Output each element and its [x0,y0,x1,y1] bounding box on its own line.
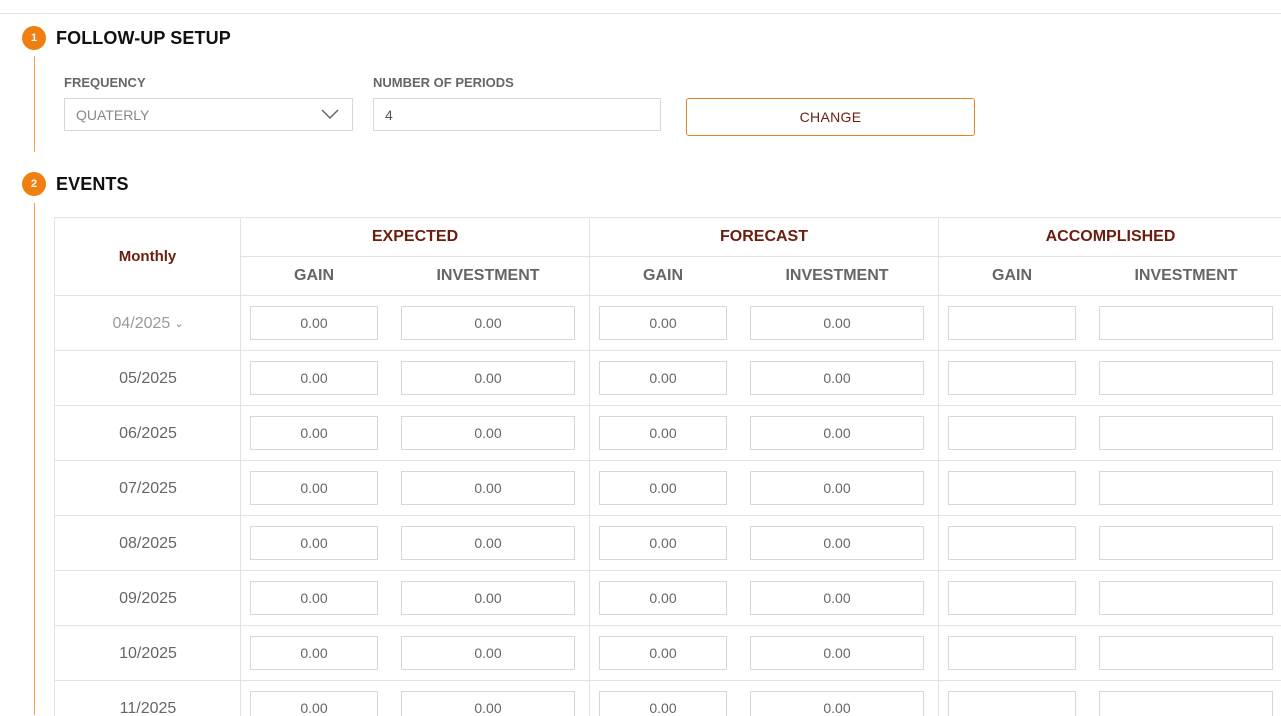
accomplished-investment-input[interactable] [1099,691,1273,716]
section-title-events: EVENTS [56,174,129,194]
expected-gain-input[interactable]: 0.00 [250,636,378,670]
subheader-forecast-gain: GAIN [643,267,683,284]
period-date: 09/2025 [119,589,177,607]
accomplished-gain-input[interactable] [948,361,1076,395]
accomplished-gain-input[interactable] [948,581,1076,615]
expected-gain-input[interactable]: 0.00 [250,306,378,340]
period-date: 06/2025 [119,424,177,442]
period-date: 05/2025 [119,369,177,387]
forecast-investment-input[interactable]: 0.00 [750,691,924,716]
expected-gain-input[interactable]: 0.00 [250,581,378,615]
accomplished-investment-input[interactable] [1099,636,1273,670]
expected-investment-input[interactable]: 0.00 [401,581,575,615]
period-column-header: Monthly [118,248,177,265]
period-date: 08/2025 [119,534,177,552]
forecast-investment-input[interactable]: 0.00 [750,581,924,615]
accomplished-investment-input[interactable] [1099,306,1273,340]
expected-investment-input[interactable]: 0.00 [401,416,575,450]
forecast-investment-input[interactable]: 0.00 [750,636,924,670]
section-title-follow-up-setup: FOLLOW-UP SETUP [56,28,231,48]
periods-label: NUMBER OF PERIODS [373,75,514,90]
forecast-gain-input[interactable]: 0.00 [599,471,727,505]
change-button[interactable]: CHANGE [686,98,975,136]
accomplished-gain-input[interactable] [948,306,1076,340]
step-connector [34,203,35,715]
table-row: 05/2025 0.00 0.00 0.00 0.00 [55,351,1281,406]
accomplished-investment-input[interactable] [1099,526,1273,560]
accomplished-investment-input[interactable] [1099,416,1273,450]
period-date: 11/2025 [119,699,177,716]
table-row: 06/2025 0.00 0.00 0.00 0.00 [55,406,1281,461]
events-table: Monthly EXPECTED FORECAST ACCOMPLISHED G… [54,217,1281,716]
table-row: 07/2025 0.00 0.00 0.00 0.00 [55,461,1281,516]
frequency-select[interactable]: QUATERLY [64,98,353,131]
forecast-gain-input[interactable]: 0.00 [599,691,727,716]
period-date: 04/2025 [112,314,171,332]
expected-investment-input[interactable]: 0.00 [401,361,575,395]
group-header-expected: EXPECTED [371,228,459,245]
frequency-value: QUATERLY [76,106,150,123]
forecast-investment-input[interactable]: 0.00 [750,526,924,560]
forecast-gain-input[interactable]: 0.00 [599,306,727,340]
forecast-gain-input[interactable]: 0.00 [599,416,727,450]
forecast-investment-input[interactable]: 0.00 [750,416,924,450]
expected-investment-input[interactable]: 0.00 [401,526,575,560]
accomplished-gain-input[interactable] [948,636,1076,670]
accomplished-gain-input[interactable] [948,471,1076,505]
periods-value: 4 [385,106,393,123]
chevron-down-icon: ⌄ [174,318,184,330]
period-date: 10/2025 [119,644,177,662]
table-row: 08/2025 0.00 0.00 0.00 0.00 [55,516,1281,571]
forecast-gain-input[interactable]: 0.00 [599,361,727,395]
expected-investment-input[interactable]: 0.00 [401,636,575,670]
subheader-forecast-investment: INVESTMENT [785,267,889,284]
expected-investment-input[interactable]: 0.00 [401,471,575,505]
top-divider [0,13,1281,14]
accomplished-investment-input[interactable] [1099,471,1273,505]
subheader-expected-investment: INVESTMENT [436,267,540,284]
forecast-investment-input[interactable]: 0.00 [750,361,924,395]
accomplished-investment-input[interactable] [1099,581,1273,615]
table-row: 09/2025 0.00 0.00 0.00 0.00 [55,571,1281,626]
table-body: 04/2025 ⌄ 0.00 0.00 0.00 0.00 05/2025 0.0… [55,296,1281,716]
accomplished-gain-input[interactable] [948,526,1076,560]
group-header-forecast: FORECAST [720,228,808,245]
table-row: 10/2025 0.00 0.00 0.00 0.00 [55,626,1281,681]
subheader-accomplished-investment: INVESTMENT [1134,267,1238,284]
step-1-badge: 1 [22,26,46,50]
table-row: 04/2025 ⌄ 0.00 0.00 0.00 0.00 [55,296,1281,351]
period-date: 07/2025 [119,479,177,497]
frequency-label: FREQUENCY [64,75,146,90]
expected-gain-input[interactable]: 0.00 [250,691,378,716]
expected-investment-input[interactable]: 0.00 [401,306,575,340]
step-2-badge: 2 [22,172,46,196]
period-select[interactable]: 04/2025 ⌄ [55,296,241,351]
chevron-down-icon [321,109,339,120]
subheader-expected-gain: GAIN [294,267,334,284]
accomplished-gain-input[interactable] [948,416,1076,450]
accomplished-investment-input[interactable] [1099,361,1273,395]
forecast-gain-input[interactable]: 0.00 [599,581,727,615]
expected-gain-input[interactable]: 0.00 [250,361,378,395]
forecast-investment-input[interactable]: 0.00 [750,306,924,340]
step-connector [34,56,35,152]
expected-gain-input[interactable]: 0.00 [250,416,378,450]
accomplished-gain-input[interactable] [948,691,1076,716]
periods-input[interactable]: 4 [373,98,661,131]
table-row: 11/2025 0.00 0.00 0.00 0.00 [55,681,1281,716]
forecast-investment-input[interactable]: 0.00 [750,471,924,505]
group-header-accomplished: ACCOMPLISHED [1045,228,1176,245]
expected-gain-input[interactable]: 0.00 [250,526,378,560]
expected-gain-input[interactable]: 0.00 [250,471,378,505]
forecast-gain-input[interactable]: 0.00 [599,526,727,560]
forecast-gain-input[interactable]: 0.00 [599,636,727,670]
subheader-accomplished-gain: GAIN [992,267,1032,284]
expected-investment-input[interactable]: 0.00 [401,691,575,716]
